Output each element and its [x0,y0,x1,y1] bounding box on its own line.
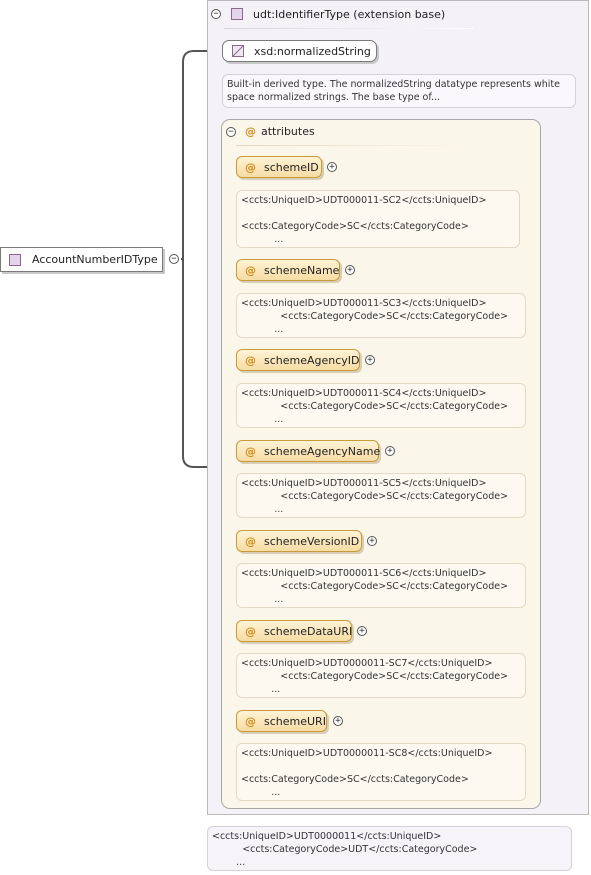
attribute-scheme-id[interactable]: @ schemeID [236,156,322,178]
expand-scheme-version-id-button[interactable]: + [367,536,377,546]
attribute-name: schemeURI [264,714,326,728]
collapse-main-type-button[interactable]: − [169,254,179,264]
base-type-node[interactable]: xsd:normalizedString [222,40,377,62]
attribute-icon: @ [245,160,256,174]
attribute-icon: @ [245,624,256,638]
attribute-doc: <ccts:UniqueID>UDT0000011-SC7</ccts:Uniq… [236,653,526,698]
attribute-name: schemeAgencyID [264,353,360,367]
expand-scheme-uri-button[interactable]: + [333,716,343,726]
attribute-name: schemeName [264,263,340,277]
attribute-icon: @ [245,444,256,458]
simple-type-icon [232,45,244,57]
attribute-icon: @ [245,263,256,277]
collapse-attributes-button[interactable]: − [226,127,236,137]
attribute-name: schemeAgencyName [264,444,381,458]
attribute-doc: <ccts:UniqueID>UDT0000011-SC8</ccts:Uniq… [236,743,526,801]
collapse-extension-button[interactable]: − [211,9,221,19]
extension-separator [224,28,474,29]
expand-scheme-agency-id-button[interactable]: + [365,355,375,365]
main-type-node[interactable]: AccountNumberIDType [0,247,163,272]
attribute-scheme-agency-id[interactable]: @ schemeAgencyID [236,349,360,371]
expand-scheme-agency-name-button[interactable]: + [385,446,395,456]
attribute-doc: <ccts:UniqueID>UDT000011-SC3</ccts:Uniqu… [236,293,526,338]
attribute-name: schemeVersionID [264,534,360,548]
expand-scheme-name-button[interactable]: + [345,265,355,275]
attribute-group-icon: @ [245,125,256,138]
attribute-doc: <ccts:UniqueID>UDT000011-SC6</ccts:Uniqu… [236,563,526,608]
attribute-scheme-data-uri[interactable]: @ schemeDataURI [236,620,352,642]
attribute-name: schemeID [264,160,319,174]
main-type-label: AccountNumberIDType [32,253,158,266]
attribute-doc: <ccts:UniqueID>UDT000011-SC5</ccts:Uniqu… [236,473,526,518]
extension-title: udt:IdentifierType (extension base) [253,8,446,21]
attributes-label: attributes [261,125,315,138]
attribute-scheme-uri[interactable]: @ schemeURI [236,710,327,732]
expand-scheme-id-button[interactable]: + [327,162,337,172]
attribute-name: schemeDataURI [264,624,353,638]
attribute-scheme-agency-name[interactable]: @ schemeAgencyName [236,440,381,462]
attribute-doc: <ccts:UniqueID>UDT000011-SC4</ccts:Uniqu… [236,383,526,428]
attributes-separator [236,145,466,146]
attribute-icon: @ [245,534,256,548]
expand-scheme-data-uri-button[interactable]: + [357,626,367,636]
base-type-label: xsd:normalizedString [254,44,371,58]
attribute-doc: <ccts:UniqueID>UDT000011-SC2</ccts:Uniqu… [236,190,520,248]
complex-type-icon [9,253,21,266]
attribute-scheme-version-id[interactable]: @ schemeVersionID [236,530,362,552]
type-documentation: <ccts:UniqueID>UDT0000011</ccts:UniqueID… [207,826,572,871]
base-type-doc: Built-in derived type. The normalizedStr… [222,74,576,108]
complex-type-icon [231,8,243,20]
attribute-scheme-name[interactable]: @ schemeName [236,259,340,281]
attribute-icon: @ [245,714,256,728]
attribute-icon: @ [245,353,256,367]
